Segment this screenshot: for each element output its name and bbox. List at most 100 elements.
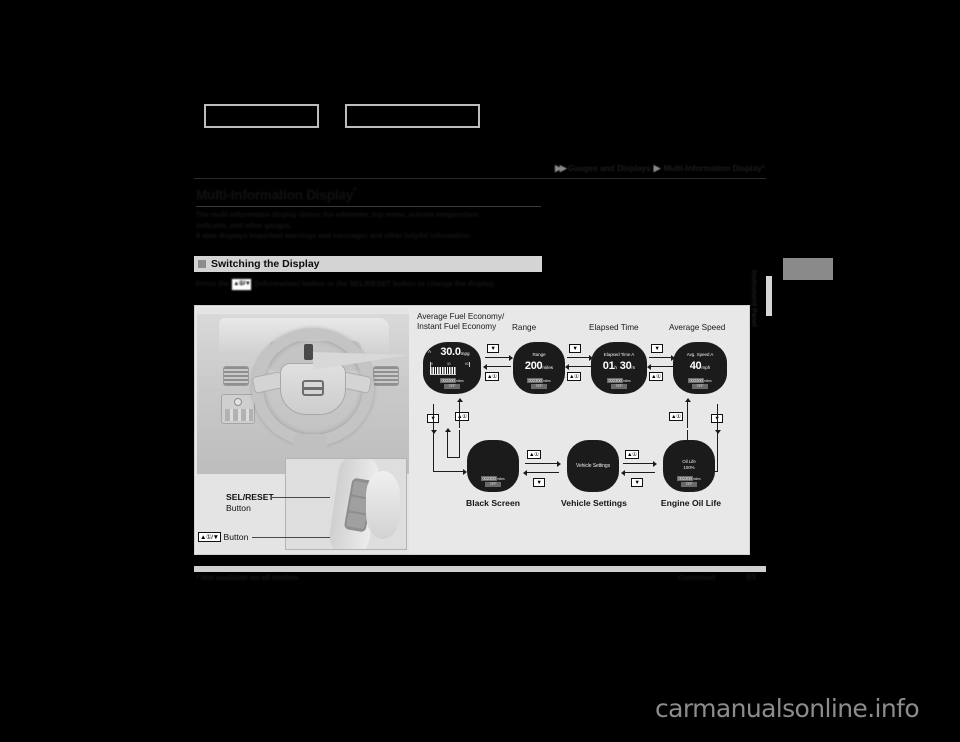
- gauge-bars: [430, 367, 456, 375]
- up-info-button-glyph-3[interactable]: ▲①: [649, 372, 663, 381]
- gauge-scale: 0 30 60: [430, 362, 470, 367]
- callout-wedge: [313, 352, 409, 370]
- elapsed-time-title: Elapsed Time A: [603, 352, 635, 357]
- screen-engine-oil-life: Oil Life 100% 002300miles 73°F: [663, 440, 715, 492]
- figure-panel: Average Fuel Economy/ Instant Fuel Econo…: [194, 305, 750, 555]
- odometer-readout: 002300miles 73°F: [423, 377, 481, 389]
- air-vent-left-icon: [223, 366, 249, 386]
- down-button-glyph-4[interactable]: ▼: [533, 478, 545, 487]
- instruction-paragraph: Press the ▲①/▼ (information) button or t…: [196, 278, 536, 291]
- callout-leader-arrow-button: [252, 537, 330, 538]
- arrow-right-2: [567, 353, 593, 363]
- screen-average-speed: Avg. Speed A 40mph 002300miles 73°F: [673, 342, 727, 394]
- arrow-left-2: [565, 362, 591, 372]
- filled-square-icon: [198, 260, 206, 268]
- inset-wheel-grip: [366, 471, 400, 539]
- odometer-readout: 002300miles 73°F: [591, 377, 647, 389]
- breadcrumb-level1[interactable]: Gauges and Displays: [568, 164, 651, 173]
- outside-temperature: 73°F: [611, 384, 627, 389]
- flow-label-average-speed: Average Speed: [669, 323, 726, 332]
- fuel-economy-unit: mpg: [460, 351, 470, 356]
- footnote: * Not available on all models: [196, 573, 299, 582]
- avg-speed-unit: mph: [701, 365, 711, 370]
- odometer-value: 002300: [607, 377, 623, 383]
- flow-label-vehicle-settings: Vehicle Settings: [561, 498, 627, 508]
- avg-speed-value: 40: [689, 360, 702, 372]
- breadcrumb: ▶▶ Gauges and Displays ▶ Multi-Informati…: [520, 160, 765, 176]
- instruction-post: button to change the: [392, 279, 466, 289]
- odometer-readout: 002300miles 73°F: [673, 377, 727, 389]
- header-blank-box-right: [345, 104, 480, 128]
- odometer-unit: miles: [496, 476, 505, 481]
- oil-life-title: Oil Life: [682, 459, 696, 464]
- page-title-asterisk: *: [353, 186, 357, 197]
- callout-leader-selreset: [272, 497, 330, 498]
- header-divider: [194, 178, 766, 180]
- elapsed-minutes-value: 30: [619, 360, 632, 372]
- up-info-button-glyph-5[interactable]: ▲①: [625, 450, 639, 459]
- stack-buttons: [225, 409, 253, 421]
- intro-paragraph: The multi-information display shows the …: [196, 210, 544, 242]
- screen-vehicle-settings: Vehicle Settings: [567, 440, 619, 492]
- odometer-readout: 002300miles 73°F: [513, 377, 565, 389]
- intro-line-2: indicator, and other gauges.: [196, 220, 292, 230]
- screen-black-screen: 002300miles 73°F: [467, 440, 519, 492]
- label-line-2: Instant Fuel Economy: [417, 322, 497, 331]
- elapsed-hours-value: 01: [602, 360, 615, 372]
- up-info-button-glyph-wrap-right[interactable]: ▲①: [669, 412, 683, 421]
- up-info-button-glyph-1[interactable]: ▲①: [485, 372, 499, 381]
- up-info-button-glyph-4[interactable]: ▲①: [527, 450, 541, 459]
- oil-life-value: 100%: [683, 465, 695, 470]
- gauge-tick-1: 30: [447, 362, 451, 366]
- instruction-pre: Press the: [196, 279, 230, 289]
- outside-temperature: 73°F: [444, 384, 460, 389]
- callout-arrow-button-label: Button: [223, 532, 249, 542]
- left-return-horizontal: [447, 457, 460, 459]
- down-button-glyph-1[interactable]: ▼: [487, 344, 499, 353]
- instruction-line-2: display.: [467, 279, 495, 289]
- range-value: 200: [524, 360, 543, 372]
- intro-line-1: The multi-information display shows the …: [196, 210, 478, 219]
- outside-temperature: 73°F: [681, 482, 697, 487]
- manual-page: ▶▶ Gauges and Displays ▶ Multi-Informati…: [0, 0, 960, 742]
- range-unit: miles: [542, 365, 554, 370]
- gauge-tick-0: 0: [431, 362, 433, 366]
- screen-elapsed-time: Elapsed Time A 01h 30m 002300miles 73°F: [591, 342, 647, 394]
- arrow-right-5: [623, 459, 657, 469]
- chevron-right-icon: ▶: [653, 162, 661, 173]
- odometer-unit: miles: [703, 378, 712, 383]
- arrow-left-1: [483, 362, 511, 372]
- odometer-unit: miles: [455, 378, 464, 383]
- right-path-vertical: [717, 430, 719, 472]
- up-info-button-glyph-wrap-left[interactable]: ▲①: [455, 412, 469, 421]
- center-stack: [221, 394, 255, 424]
- intro-line-3: It also displays important warnings and …: [196, 231, 472, 240]
- side-tab-label: Instrument Panel: [750, 270, 757, 327]
- odometer-unit: miles: [622, 378, 631, 383]
- arrow-info-button-glyph: ▲①/▼: [231, 278, 253, 291]
- callout-selreset-line1: SEL/RESET: [226, 492, 274, 502]
- outside-temperature: 73°F: [485, 482, 501, 487]
- elapsed-hours-unit: h: [614, 365, 617, 370]
- page-title: Multi-Information Display*: [196, 186, 357, 203]
- odometer-value: 002300: [688, 377, 704, 383]
- section-title: Switching the Display: [211, 258, 320, 270]
- odometer-value: 002300: [481, 475, 497, 481]
- arrow-right-1: [485, 353, 513, 363]
- odometer-value: 002300: [440, 377, 456, 383]
- left-return-vertical: [459, 430, 461, 458]
- down-button-glyph-3[interactable]: ▼: [651, 344, 663, 353]
- side-tab-strip: [766, 276, 772, 316]
- arrow-left-3: [647, 362, 673, 372]
- odometer-value: 002300: [677, 475, 693, 481]
- range-title: Range: [532, 352, 546, 357]
- fuel-economy-bar-gauge: 0 30 60: [430, 362, 470, 375]
- down-button-glyph-2[interactable]: ▼: [569, 344, 581, 353]
- down-button-glyph-5[interactable]: ▼: [631, 478, 643, 487]
- up-info-button-glyph-2[interactable]: ▲①: [567, 372, 581, 381]
- odometer-unit: miles: [692, 476, 701, 481]
- arrow-left-5: [621, 468, 655, 478]
- screen-range: Range 200miles 002300miles 73°F: [513, 342, 565, 394]
- elapsed-minutes-unit: m: [631, 365, 636, 370]
- arrow-left-4: [523, 468, 559, 478]
